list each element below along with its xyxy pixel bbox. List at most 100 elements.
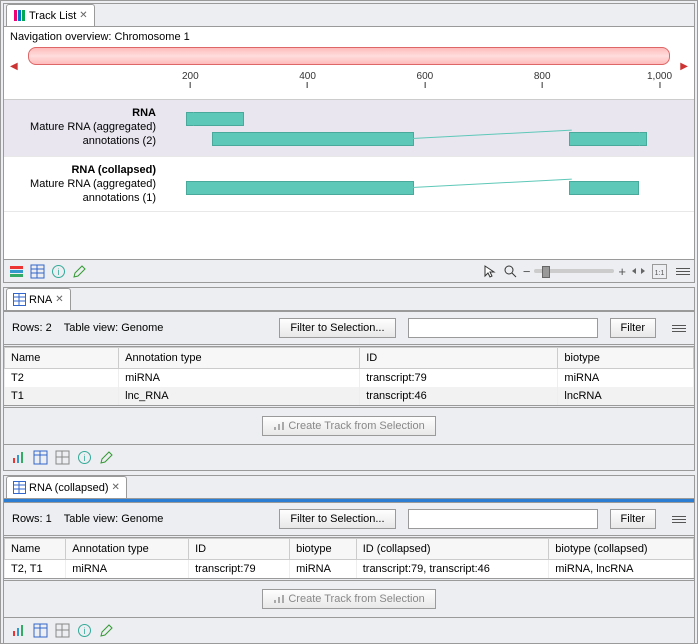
table-row[interactable]: T2, T1miRNAtranscript:79miRNAtranscript:…: [5, 560, 694, 579]
rna-table: Name Annotation type ID biotype T2miRNAt…: [4, 347, 694, 405]
table-cell: miRNA: [290, 560, 357, 579]
view-info-icon[interactable]: i: [50, 263, 67, 280]
rna-collapsed-table: Name Annotation type ID biotype ID (coll…: [4, 538, 694, 578]
annotation-segment[interactable]: [186, 181, 414, 195]
column-header[interactable]: Name: [5, 348, 119, 369]
rna-bottom-icons: i: [4, 444, 694, 470]
zoom-out-icon[interactable]: −: [523, 264, 531, 279]
column-header[interactable]: Annotation type: [66, 539, 189, 560]
rows-count: Rows: 2: [12, 322, 52, 334]
tab-label: RNA (collapsed): [29, 482, 108, 494]
table-icon: [13, 293, 26, 306]
annotation-segment[interactable]: [212, 132, 414, 146]
track-list-panel: Track List ✕ Navigation overview: Chromo…: [3, 3, 695, 283]
tab-rna[interactable]: RNA ✕: [6, 288, 71, 310]
view-table-icon[interactable]: [32, 449, 49, 466]
view-edit-icon[interactable]: [98, 449, 115, 466]
view-edit-icon[interactable]: [98, 622, 115, 639]
view-table-icon[interactable]: [29, 263, 46, 280]
tab-label: Track List: [29, 10, 76, 22]
annotation-connector: [412, 130, 572, 139]
filter-button[interactable]: Filter: [610, 509, 656, 529]
close-icon[interactable]: ✕: [111, 482, 119, 493]
panel-menu-icon[interactable]: [672, 321, 686, 335]
view-chart-icon[interactable]: [10, 622, 27, 639]
column-header[interactable]: biotype: [290, 539, 357, 560]
table-row[interactable]: T2miRNAtranscript:79miRNA: [5, 369, 694, 388]
close-icon[interactable]: ✕: [79, 10, 87, 21]
table-cell: miRNA: [119, 369, 360, 388]
view-table-icon[interactable]: [32, 622, 49, 639]
annotation-segment[interactable]: [186, 112, 244, 126]
panel-menu-icon[interactable]: [676, 264, 690, 278]
rna-panel: RNA ✕ Rows: 2 Table view: Genome Filter …: [3, 287, 695, 471]
close-icon[interactable]: ✕: [55, 294, 63, 305]
view-tracks-icon[interactable]: [8, 263, 25, 280]
rna-collapsed-tabbar: RNA (collapsed) ✕: [4, 476, 694, 499]
table-icon: [13, 481, 26, 494]
create-track-button[interactable]: Create Track from Selection: [262, 416, 435, 436]
track-visualization: [164, 100, 694, 156]
zoom-in-icon[interactable]: +: [618, 264, 626, 279]
view-grid-icon[interactable]: [54, 622, 71, 639]
filter-to-selection-button[interactable]: Filter to Selection...: [279, 318, 395, 338]
create-track-button[interactable]: Create Track from Selection: [262, 589, 435, 609]
view-grid-icon[interactable]: [54, 449, 71, 466]
pointer-icon[interactable]: [481, 263, 498, 280]
rows-count: Rows: 1: [12, 513, 52, 525]
rna-collapsed-filter-bar: Rows: 1 Table view: Genome Filter to Sel…: [4, 502, 694, 538]
table-cell: miRNA: [66, 560, 189, 579]
tab-track-list[interactable]: Track List ✕: [6, 4, 95, 26]
annotation-segment[interactable]: [569, 181, 639, 195]
track-visualization: [164, 157, 694, 205]
table-cell: lncRNA: [558, 387, 694, 405]
track-view-toolbar: i − + 1:1: [4, 259, 694, 282]
table-cell: transcript:46: [360, 387, 558, 405]
view-edit-icon[interactable]: [71, 263, 88, 280]
rna-collapsed-bottom-icons: i: [4, 617, 694, 643]
chromosome-overview[interactable]: ◀ ▶: [4, 47, 694, 71]
table-cell: T2, T1: [5, 560, 66, 579]
filter-input[interactable]: [408, 509, 598, 529]
view-info-icon[interactable]: i: [76, 622, 93, 639]
view-chart-icon[interactable]: [10, 449, 27, 466]
rna-filter-bar: Rows: 2 Table view: Genome Filter to Sel…: [4, 311, 694, 347]
navigation-overview-label: Navigation overview: Chromosome 1: [4, 27, 694, 47]
track-label: RNA (collapsed) Mature RNA (aggregated) …: [4, 157, 164, 211]
column-header[interactable]: ID: [189, 539, 290, 560]
column-header[interactable]: ID (collapsed): [356, 539, 549, 560]
filter-input[interactable]: [408, 318, 598, 338]
fit-1to1-icon[interactable]: 1:1: [651, 263, 668, 280]
table-cell: transcript:79, transcript:46: [356, 560, 549, 579]
column-header[interactable]: Name: [5, 539, 66, 560]
track-rna-collapsed[interactable]: RNA (collapsed) Mature RNA (aggregated) …: [4, 157, 694, 212]
zoom-icon[interactable]: [502, 263, 519, 280]
table-row[interactable]: T1lnc_RNAtranscript:46lncRNA: [5, 387, 694, 405]
create-track-row: Create Track from Selection: [4, 405, 694, 444]
filter-button[interactable]: Filter: [610, 318, 656, 338]
rna-tabbar: RNA ✕: [4, 288, 694, 311]
table-cell: transcript:79: [360, 369, 558, 388]
track-rna[interactable]: RNA Mature RNA (aggregated) annotations …: [4, 100, 694, 157]
track-list-tabbar: Track List ✕: [4, 4, 694, 27]
rna-collapsed-panel: RNA (collapsed) ✕ Rows: 1 Table view: Ge…: [3, 475, 695, 644]
app-root: Track List ✕ Navigation overview: Chromo…: [0, 0, 698, 644]
tab-rna-collapsed[interactable]: RNA (collapsed) ✕: [6, 476, 127, 498]
table-cell: lnc_RNA: [119, 387, 360, 405]
svg-text:i: i: [84, 626, 86, 636]
filter-to-selection-button[interactable]: Filter to Selection...: [279, 509, 395, 529]
table-cell: transcript:79: [189, 560, 290, 579]
panel-menu-icon[interactable]: [672, 512, 686, 526]
annotation-connector: [412, 179, 572, 188]
chromosome-bar[interactable]: [28, 47, 670, 65]
zoom-slider[interactable]: [534, 269, 614, 273]
column-header[interactable]: ID: [360, 348, 558, 369]
view-info-icon[interactable]: i: [76, 449, 93, 466]
track-area: RNA Mature RNA (aggregated) annotations …: [4, 99, 694, 212]
column-header[interactable]: biotype: [558, 348, 694, 369]
fit-width-icon[interactable]: [630, 263, 647, 280]
table-cell: T2: [5, 369, 119, 388]
column-header[interactable]: biotype (collapsed): [549, 539, 694, 560]
annotation-segment[interactable]: [569, 132, 647, 146]
column-header[interactable]: Annotation type: [119, 348, 360, 369]
